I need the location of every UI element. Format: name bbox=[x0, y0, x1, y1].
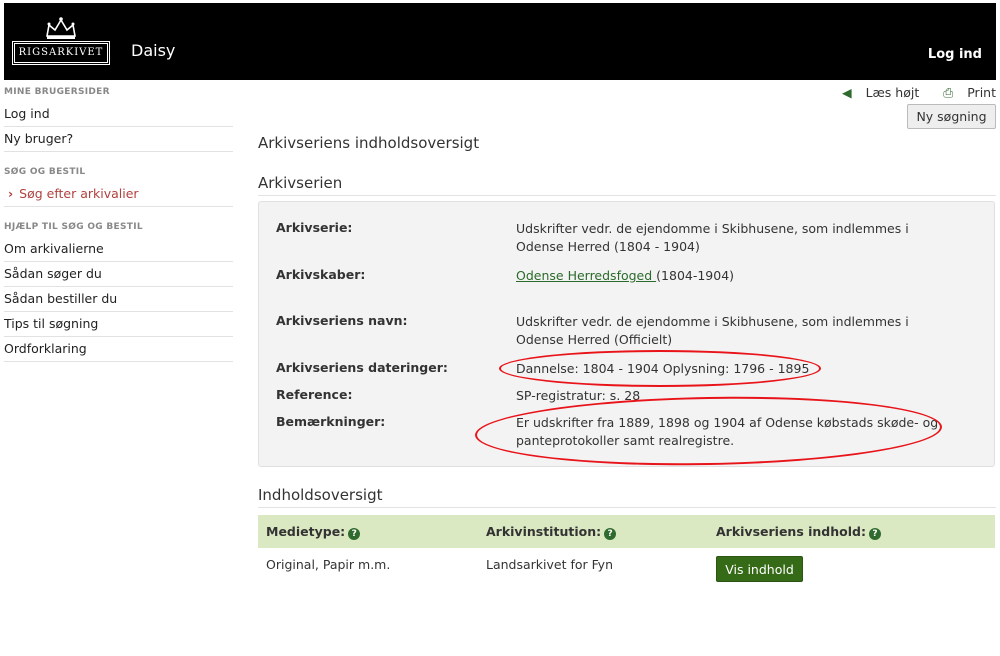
new-search-button[interactable]: Ny søgning bbox=[907, 104, 996, 129]
read-aloud-link[interactable]: ◀ Læs højt bbox=[832, 85, 919, 100]
contents-section-title: Indholdsoversigt bbox=[258, 486, 996, 508]
sidebar-item-login[interactable]: Log ind bbox=[4, 102, 233, 127]
help-icon[interactable]: ? bbox=[868, 528, 881, 540]
sidebar-heading-search: SØG OG BESTIL bbox=[4, 167, 86, 177]
header-arkivinstitution: Arkivinstitution:? bbox=[486, 524, 617, 540]
arkivserie-label: Arkivserie: bbox=[276, 220, 353, 235]
sidebar-item-how-to-search[interactable]: Sådan søger du bbox=[4, 262, 233, 287]
contents-table-header: Medietype:? Arkivinstitution:? Arkivseri… bbox=[258, 515, 995, 548]
top-header: RIGSARKIVET Daisy Log ind bbox=[4, 3, 996, 80]
cell-medietype: Original, Papir m.m. bbox=[266, 557, 391, 572]
sidebar: MINE BRUGERSIDER Log ind Ny bruger? SØG … bbox=[4, 80, 233, 362]
sidebar-item-search-tips[interactable]: Tips til søgning bbox=[4, 312, 233, 337]
sidebar-item-search-records[interactable]: › Søg efter arkivalier bbox=[4, 182, 233, 207]
navn-label: Arkivseriens navn: bbox=[276, 313, 408, 328]
logo-text: RIGSARKIVET bbox=[12, 41, 110, 65]
series-section-title: Arkivserien bbox=[258, 174, 996, 196]
arkivskaber-value: Odense Herredsfoged (1804-1904) bbox=[516, 267, 956, 285]
dateringer-label: Arkivseriens dateringer: bbox=[276, 360, 448, 375]
arkivskaber-link[interactable]: Odense Herredsfoged bbox=[516, 268, 656, 283]
sidebar-item-about-records[interactable]: Om arkivalierne bbox=[4, 237, 233, 262]
arkivskaber-label: Arkivskaber: bbox=[276, 267, 366, 282]
header-medietype-label: Medietype: bbox=[266, 524, 346, 539]
help-icon[interactable]: ? bbox=[604, 528, 617, 540]
show-contents-button[interactable]: Vis indhold bbox=[716, 556, 803, 582]
rigsarkivet-logo[interactable]: RIGSARKIVET bbox=[12, 16, 110, 66]
cell-institution: Landsarkivet for Fyn bbox=[486, 557, 613, 572]
chevron-right-icon: › bbox=[8, 186, 14, 201]
sidebar-heading-my-pages: MINE BRUGERSIDER bbox=[4, 87, 110, 97]
header-indhold: Arkivseriens indhold:? bbox=[716, 524, 881, 540]
arkivserie-value: Udskrifter vedr. de ejendomme i Skibhuse… bbox=[516, 221, 909, 254]
sidebar-item-new-user[interactable]: Ny bruger? bbox=[4, 127, 233, 152]
arkivskaber-years: (1804-1904) bbox=[656, 268, 735, 283]
print-link[interactable]: ⎙ Print bbox=[933, 85, 996, 100]
header-medietype: Medietype:? bbox=[266, 524, 361, 540]
page-tools: ◀ Læs højt ⎙ Print bbox=[822, 85, 996, 101]
sidebar-item-glossary[interactable]: Ordforklaring bbox=[4, 337, 233, 362]
annotation-oval-dateringer bbox=[499, 350, 821, 387]
header-indhold-label: Arkivseriens indhold: bbox=[716, 524, 866, 539]
print-label: Print bbox=[967, 85, 996, 100]
crown-icon bbox=[46, 17, 76, 39]
navn-value: Udskrifter vedr. de ejendomme i Skibhuse… bbox=[516, 314, 909, 347]
page-title: Arkivseriens indholdsoversigt bbox=[258, 134, 480, 152]
help-icon[interactable]: ? bbox=[348, 528, 361, 540]
login-link[interactable]: Log ind bbox=[928, 47, 982, 62]
app-name: Daisy bbox=[131, 41, 176, 60]
read-aloud-label: Læs højt bbox=[865, 85, 920, 100]
reference-label: Reference: bbox=[276, 387, 353, 402]
sidebar-heading-help: HJÆLP TIL SØG OG BESTIL bbox=[4, 222, 143, 232]
sidebar-item-how-to-order[interactable]: Sådan bestiller du bbox=[4, 287, 233, 312]
header-arkivinstitution-label: Arkivinstitution: bbox=[486, 524, 602, 539]
bemaerkninger-label: Bemærkninger: bbox=[276, 414, 386, 429]
sidebar-item-label: Søg efter arkivalier bbox=[19, 186, 139, 201]
printer-icon: ⎙ bbox=[943, 85, 954, 100]
megaphone-icon: ◀ bbox=[841, 85, 852, 100]
